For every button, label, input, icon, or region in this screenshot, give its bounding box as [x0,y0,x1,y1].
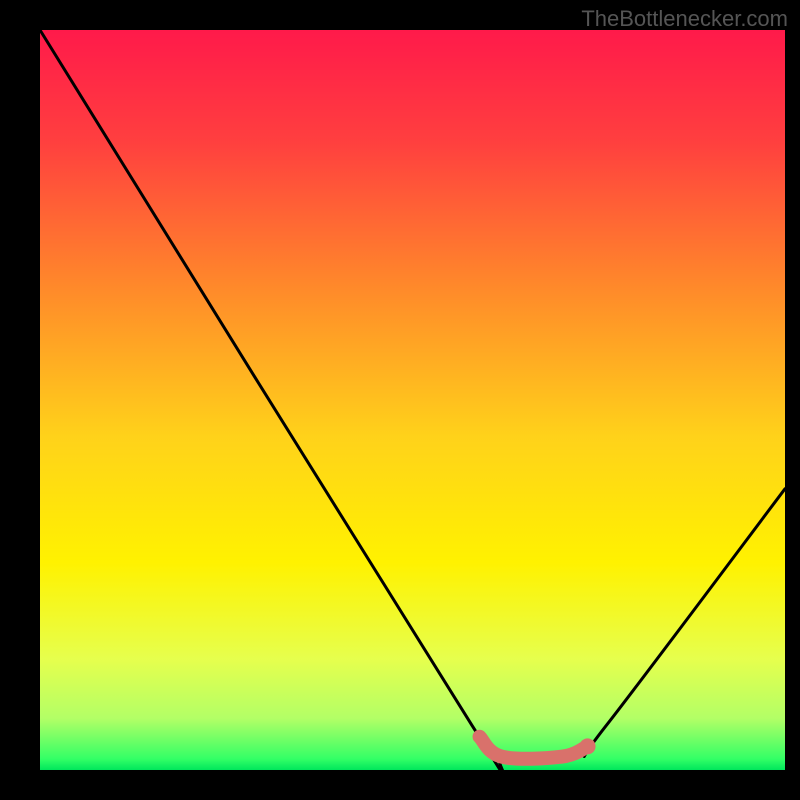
attribution-text: TheBottlenecker.com [581,6,788,32]
bottleneck-chart: TheBottlenecker.com [0,0,800,800]
chart-svg [0,0,800,800]
